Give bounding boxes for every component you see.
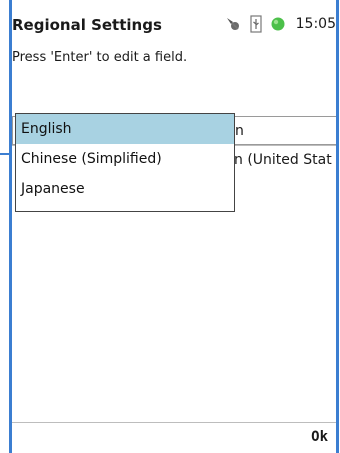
ok-softkey[interactable]: Ok (311, 429, 328, 445)
usb-icon (250, 15, 262, 33)
softkey-divider (12, 422, 336, 423)
device-screen: Regional Settings 15:05 Press 'Enter' to… (12, 0, 336, 453)
clock: 15:05 (295, 16, 336, 32)
dropdown-item-japanese[interactable]: Japanese (16, 174, 234, 204)
frame-tick (0, 153, 9, 155)
language-dropdown[interactable]: English Chinese (Simplified) Japanese (15, 113, 235, 212)
dropdown-item-english[interactable]: English (16, 114, 234, 144)
status-area: 15:05 (224, 13, 336, 35)
title-bar: Regional Settings 15:05 (12, 0, 336, 44)
locale-field-value: n (United Stat (234, 152, 332, 168)
page-title: Regional Settings (12, 16, 162, 34)
window-frame-left (0, 0, 9, 453)
instruction-text: Press 'Enter' to edit a field. (12, 50, 188, 65)
status-green-icon (270, 16, 286, 32)
dropdown-item-chinese-simplified[interactable]: Chinese (Simplified) (16, 144, 234, 174)
language-field-value: n (235, 123, 244, 139)
pin-icon (224, 15, 242, 33)
